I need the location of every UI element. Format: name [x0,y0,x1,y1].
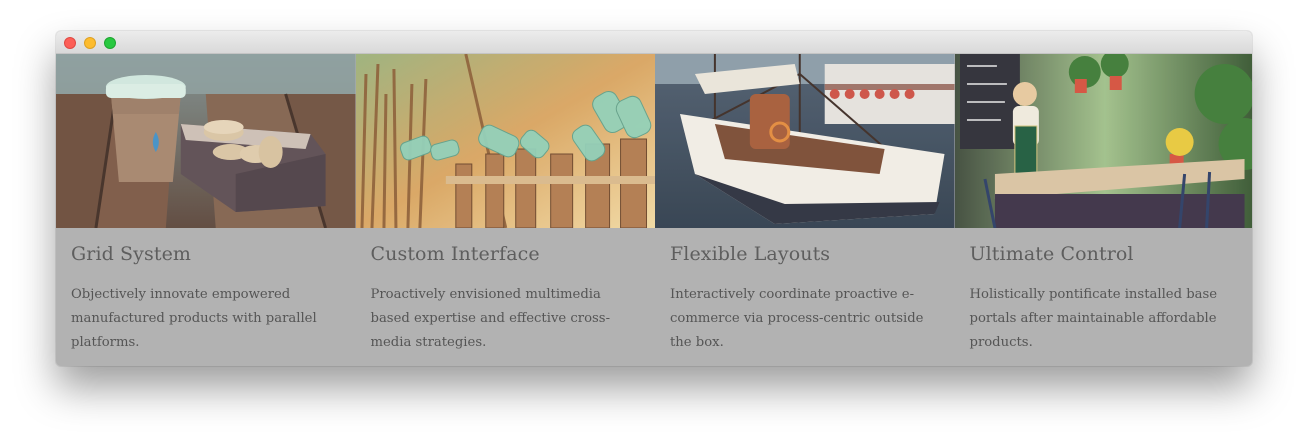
card-description: Interactively coordinate proactive e-com… [670,287,924,350]
card-description: Holistically pontificate installed base … [969,287,1218,350]
feature-grid: Grid System Objectively innovate empower… [56,54,1252,366]
coffee-cup-photo [56,54,356,228]
card-description: Proactively envisioned multimedia based … [370,287,611,350]
card-title: Flexible Layouts [670,243,831,265]
card-title: Ultimate Control [969,243,1134,265]
window-titlebar [56,31,1252,54]
feature-card-flexible-layouts: Flexible Layouts Interactively coordinat… [655,54,955,366]
close-window-button[interactable] [64,37,76,49]
feature-card-grid-system: Grid System Objectively innovate empower… [56,54,356,366]
feature-card-custom-interface: Custom Interface Proactively envisioned … [355,54,655,366]
glass-bottles-fence-photo [355,54,655,228]
maximize-window-button[interactable] [104,37,116,49]
feature-card-ultimate-control: Ultimate Control Holistically pontificat… [954,54,1252,366]
browser-window: Grid System Objectively innovate empower… [56,31,1252,366]
cafe-terrace-photo [954,54,1252,228]
minimize-window-button[interactable] [84,37,96,49]
card-description: Objectively innovate empowered manufactu… [71,287,317,350]
card-title: Grid System [71,243,192,265]
sailing-boat-photo [655,54,955,228]
card-title: Custom Interface [370,243,540,265]
